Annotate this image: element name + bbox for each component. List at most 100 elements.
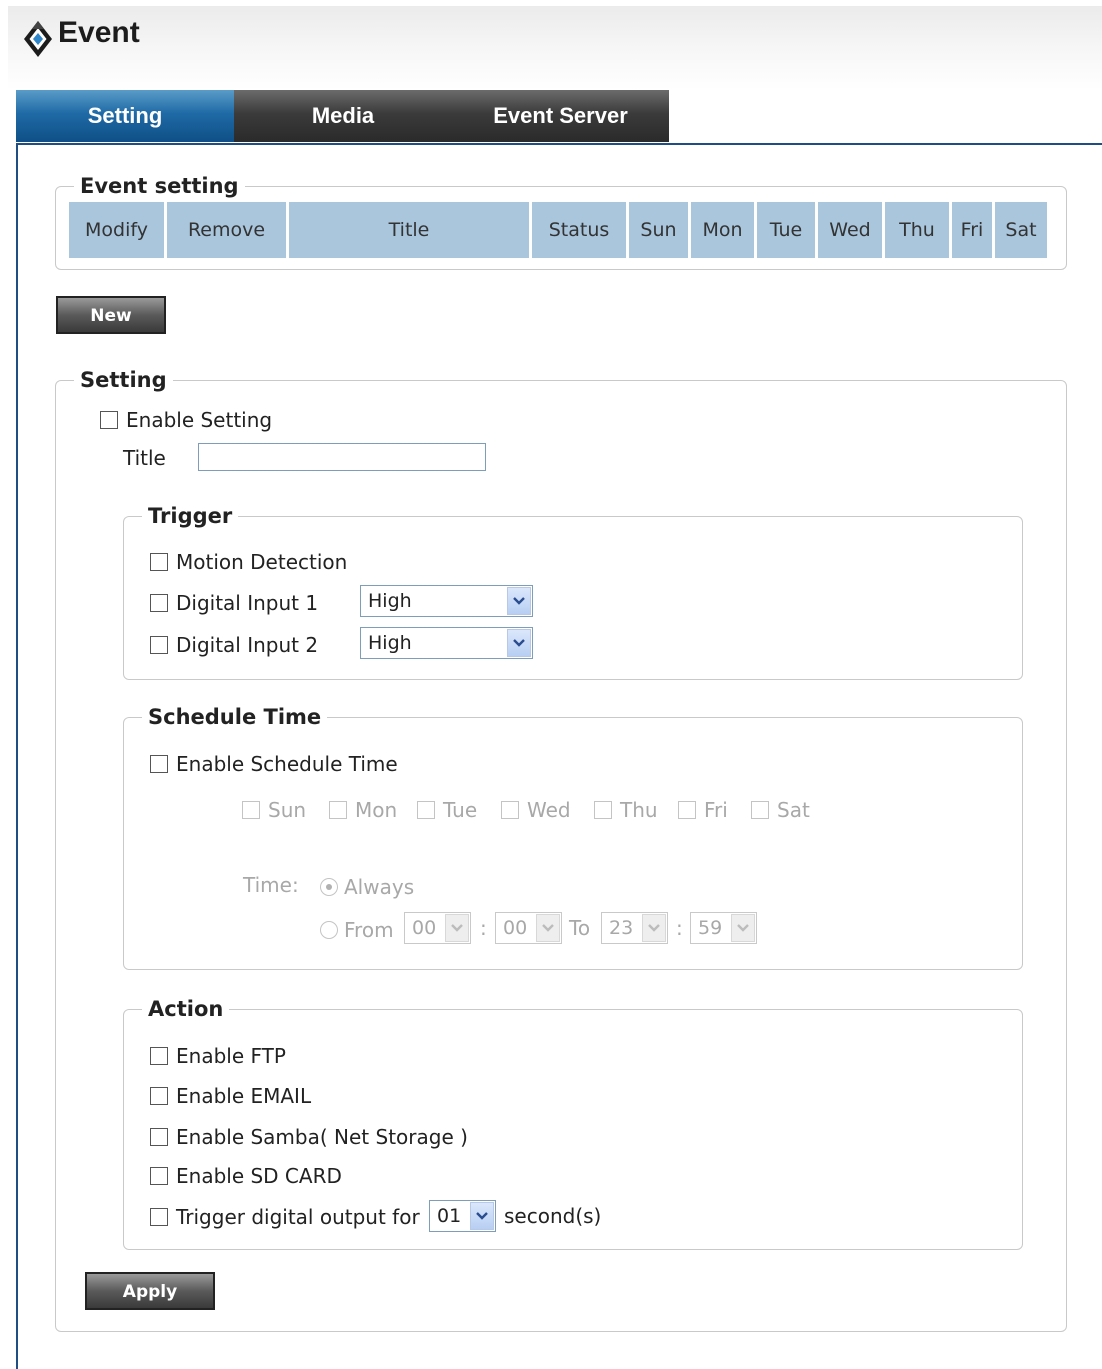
chevron-down-icon	[536, 914, 560, 942]
digital-input-2-label: Digital Input 2	[176, 633, 319, 657]
from-radio-row: From	[320, 916, 394, 944]
from-label: From	[344, 918, 394, 942]
enable-setting-row: Enable Setting	[100, 406, 272, 434]
digital-input-1-select[interactable]: High	[360, 585, 533, 617]
digital-input-1-label: Digital Input 1	[176, 591, 319, 615]
event-logo-icon	[24, 21, 52, 57]
enable-setting-checkbox[interactable]	[100, 411, 118, 429]
day-tue: Tue	[417, 796, 477, 824]
day-mon-checkbox[interactable]	[329, 801, 347, 819]
day-thu-label: Thu	[620, 798, 658, 822]
tab-event-server[interactable]: Event Server	[452, 90, 669, 142]
chevron-down-icon	[445, 914, 469, 942]
motion-detection-checkbox[interactable]	[150, 553, 168, 571]
table-header-row: Modify Remove Title Status Sun Mon Tue W…	[69, 202, 1047, 258]
day-thu: Thu	[594, 796, 658, 824]
tab-setting[interactable]: Setting	[16, 90, 234, 142]
day-sun: Sun	[242, 796, 306, 824]
schedule-time-legend: Schedule Time	[148, 705, 322, 729]
digital-input-2-checkbox[interactable]	[150, 636, 168, 654]
enable-sd-card-label: Enable SD CARD	[176, 1164, 342, 1188]
digital-input-2-value: High	[368, 632, 412, 654]
tab-bar: Setting Media Event Server	[16, 90, 669, 144]
always-label: Always	[344, 875, 415, 899]
day-wed-checkbox[interactable]	[501, 801, 519, 819]
page-header	[8, 6, 1102, 90]
title-input[interactable]	[198, 443, 486, 471]
day-sat-label: Sat	[777, 798, 810, 822]
from-minute-value: 00	[503, 917, 528, 939]
digital-input-1-value: High	[368, 590, 412, 612]
digital-input-1-row: Digital Input 1	[150, 589, 318, 617]
from-minute-select[interactable]: 00	[495, 912, 562, 944]
day-mon: Mon	[329, 796, 397, 824]
enable-schedule-label: Enable Schedule Time	[176, 752, 398, 776]
day-fri: Fri	[678, 796, 728, 824]
enable-setting-label: Enable Setting	[126, 408, 273, 432]
column-header-fri: Fri	[952, 202, 992, 258]
enable-ftp-checkbox[interactable]	[150, 1047, 168, 1065]
tab-media[interactable]: Media	[234, 90, 452, 142]
always-radio-row: Always	[320, 873, 414, 901]
motion-detection-label: Motion Detection	[176, 550, 348, 574]
column-header-remove: Remove	[167, 202, 286, 258]
enable-ftp-row: Enable FTP	[150, 1042, 286, 1070]
motion-detection-row: Motion Detection	[150, 548, 347, 576]
title-label: Title	[123, 446, 166, 470]
trigger-legend: Trigger	[148, 504, 233, 528]
time-label: Time:	[243, 873, 299, 897]
column-header-sun: Sun	[629, 202, 688, 258]
enable-samba-checkbox[interactable]	[150, 1128, 168, 1146]
from-hour-select[interactable]: 00	[404, 912, 471, 944]
setting-legend: Setting	[80, 368, 167, 392]
trigger-digital-output-label: Trigger digital output for	[176, 1205, 420, 1229]
trigger-digital-output-row: Trigger digital output for	[150, 1203, 420, 1231]
enable-sd-card-row: Enable SD CARD	[150, 1162, 342, 1190]
page-title: Event	[58, 16, 140, 49]
from-radio[interactable]	[320, 921, 338, 939]
to-minute-value: 59	[698, 917, 723, 939]
chevron-down-icon	[470, 1202, 494, 1230]
trigger-digital-output-checkbox[interactable]	[150, 1208, 168, 1226]
column-header-tue: Tue	[757, 202, 815, 258]
time-colon: :	[676, 916, 683, 940]
day-tue-checkbox[interactable]	[417, 801, 435, 819]
column-header-title: Title	[289, 202, 529, 258]
digital-input-2-select[interactable]: High	[360, 627, 533, 659]
time-colon: :	[480, 916, 487, 940]
enable-email-row: Enable EMAIL	[150, 1082, 311, 1110]
digital-input-1-checkbox[interactable]	[150, 594, 168, 612]
trigger-output-seconds-select[interactable]: 01	[429, 1200, 496, 1232]
day-mon-label: Mon	[355, 798, 398, 822]
enable-email-label: Enable EMAIL	[176, 1084, 312, 1108]
chevron-down-icon	[642, 914, 666, 942]
day-fri-label: Fri	[704, 798, 728, 822]
day-wed-label: Wed	[527, 798, 571, 822]
enable-email-checkbox[interactable]	[150, 1087, 168, 1105]
enable-schedule-row: Enable Schedule Time	[150, 750, 398, 778]
enable-sd-card-checkbox[interactable]	[150, 1167, 168, 1185]
chevron-down-icon	[731, 914, 755, 942]
always-radio[interactable]	[320, 878, 338, 896]
column-header-wed: Wed	[818, 202, 882, 258]
column-header-status: Status	[532, 202, 626, 258]
event-setting-legend: Event setting	[80, 174, 239, 198]
to-label: To	[569, 916, 591, 940]
action-legend: Action	[148, 997, 224, 1021]
new-button[interactable]: New	[56, 296, 166, 334]
trigger-output-seconds-value: 01	[437, 1205, 462, 1227]
day-wed: Wed	[501, 796, 571, 824]
column-header-sat: Sat	[995, 202, 1047, 258]
enable-schedule-checkbox[interactable]	[150, 755, 168, 773]
day-fri-checkbox[interactable]	[678, 801, 696, 819]
chevron-down-icon	[507, 629, 531, 657]
to-minute-select[interactable]: 59	[690, 912, 757, 944]
seconds-label: second(s)	[504, 1204, 602, 1228]
apply-button[interactable]: Apply	[85, 1272, 215, 1310]
day-thu-checkbox[interactable]	[594, 801, 612, 819]
to-hour-select[interactable]: 23	[601, 912, 668, 944]
day-sun-checkbox[interactable]	[242, 801, 260, 819]
to-hour-value: 23	[609, 917, 634, 939]
day-sat-checkbox[interactable]	[751, 801, 769, 819]
event-list-table: Modify Remove Title Status Sun Mon Tue W…	[66, 202, 1050, 258]
